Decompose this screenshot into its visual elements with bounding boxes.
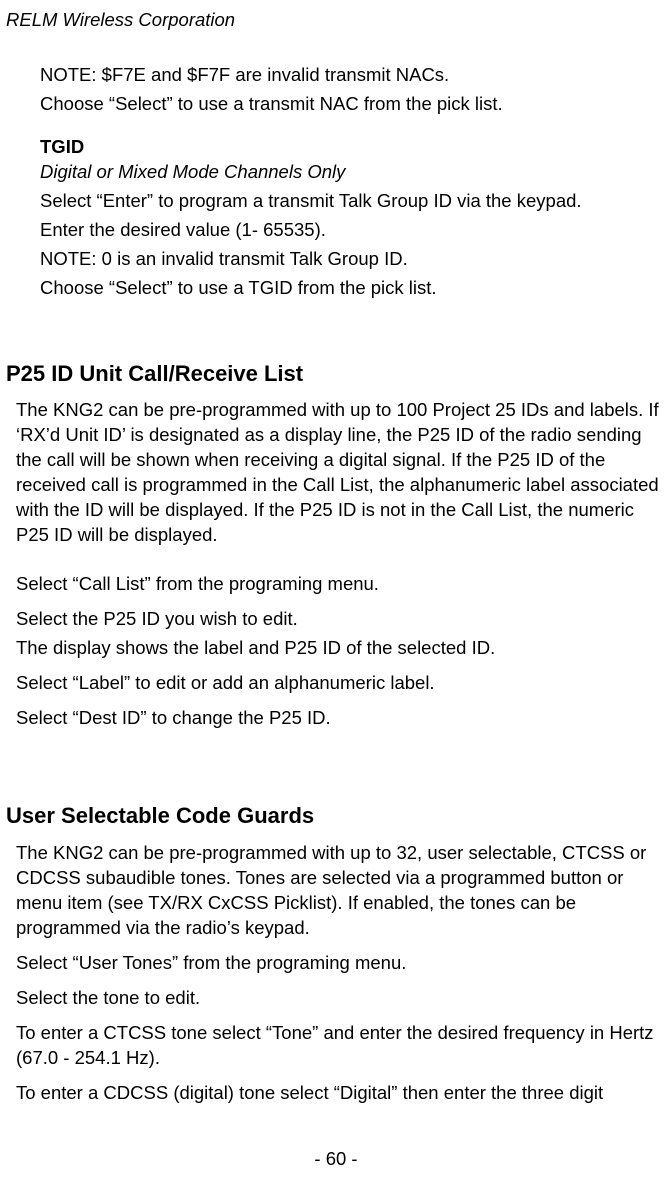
tgid-subtitle: Digital or Mixed Mode Channels Only bbox=[40, 160, 666, 185]
p25-section-title: P25 ID Unit Call/Receive List bbox=[6, 359, 666, 389]
tgid-enter-line: Select “Enter” to program a transmit Tal… bbox=[40, 189, 666, 214]
page-number: - 60 - bbox=[0, 1147, 672, 1172]
nac-note-invalid: NOTE: $F7E and $F7F are invalid transmit… bbox=[40, 63, 666, 88]
user-tones-description: The KNG2 can be pre-programmed with up t… bbox=[16, 841, 662, 941]
user-tones-step-menu: Select “User Tones” from the programing … bbox=[16, 951, 662, 976]
user-tones-step-ctcss: To enter a CTCSS tone select “Tone” and … bbox=[16, 1021, 662, 1071]
p25-section-body: The KNG2 can be pre-programmed with up t… bbox=[6, 398, 666, 731]
tgid-value-range: Enter the desired value (1- 65535). bbox=[40, 218, 666, 243]
tgid-heading: TGID bbox=[40, 135, 666, 160]
user-tones-step-cdcss: To enter a CDCSS (digital) tone select “… bbox=[16, 1081, 662, 1106]
p25-step-calllist: Select “Call List” from the programing m… bbox=[16, 572, 662, 597]
top-section: NOTE: $F7E and $F7F are invalid transmit… bbox=[6, 63, 666, 301]
user-tones-section-body: The KNG2 can be pre-programmed with up t… bbox=[6, 841, 666, 1106]
p25-step-label: Select “Label” to edit or add an alphanu… bbox=[16, 671, 662, 696]
user-tones-step-select: Select the tone to edit. bbox=[16, 986, 662, 1011]
p25-step-destid: Select “Dest ID” to change the P25 ID. bbox=[16, 706, 662, 731]
p25-description: The KNG2 can be pre-programmed with up t… bbox=[16, 398, 662, 548]
p25-step-select-id-b: The display shows the label and P25 ID o… bbox=[16, 636, 662, 661]
tgid-invalid-note: NOTE: 0 is an invalid transmit Talk Grou… bbox=[40, 247, 666, 272]
nac-select-note: Choose “Select” to use a transmit NAC fr… bbox=[40, 92, 666, 117]
p25-step-select-id-a: Select the P25 ID you wish to edit. bbox=[16, 607, 662, 632]
user-tones-section-title: User Selectable Code Guards bbox=[6, 801, 666, 831]
page-header-company: RELM Wireless Corporation bbox=[6, 8, 666, 33]
tgid-select-note: Choose “Select” to use a TGID from the p… bbox=[40, 276, 666, 301]
